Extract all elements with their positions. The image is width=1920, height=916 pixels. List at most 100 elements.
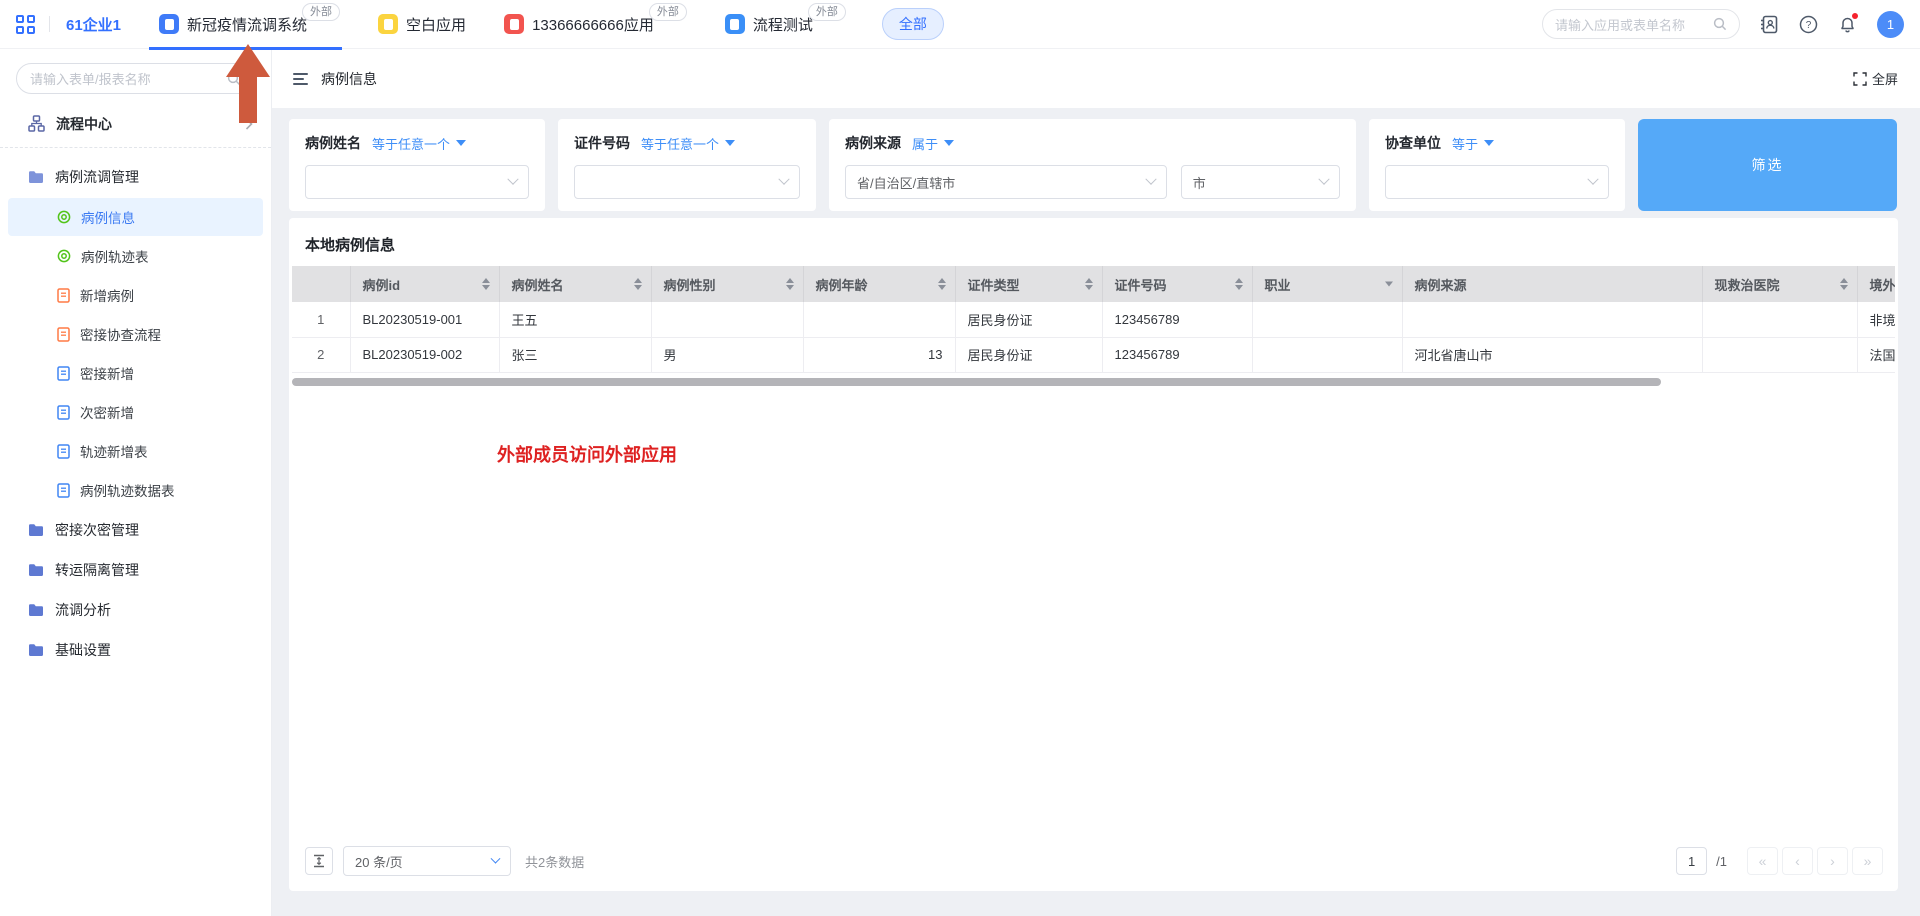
- app-tab-blank-app[interactable]: 空白应用: [378, 0, 466, 49]
- col-occupation[interactable]: 职业: [1252, 266, 1402, 302]
- contacts-icon[interactable]: [1760, 15, 1779, 34]
- cell: 居民身份证: [955, 302, 1102, 337]
- item-label: 密接新增: [80, 363, 134, 383]
- apps-grid-icon[interactable]: [16, 15, 35, 34]
- process-center-label: 流程中心: [56, 114, 112, 134]
- filter-operator-dropdown[interactable]: 属于: [912, 134, 954, 153]
- folder-label: 基础设置: [55, 640, 111, 660]
- folder-label: 转运隔离管理: [55, 560, 139, 580]
- app-icon: [378, 14, 398, 34]
- cell: [651, 302, 803, 337]
- app-tab-13366666666[interactable]: 13366666666应用 外部: [504, 0, 687, 49]
- horizontal-scrollbar[interactable]: [292, 378, 1661, 386]
- col-age[interactable]: 病例年龄: [803, 266, 955, 302]
- assist-unit-select[interactable]: [1385, 165, 1609, 199]
- filter-operator-dropdown[interactable]: 等于任意一个: [372, 134, 466, 153]
- cell: [1702, 302, 1857, 337]
- notification-dot: [1852, 13, 1858, 19]
- filter-card-assist-unit: 协查单位 等于: [1369, 119, 1625, 211]
- table-row[interactable]: 1 BL20230519-001 王五 居民身份证 123456789 非境外输…: [292, 302, 1895, 337]
- sidebar-folder-case-management[interactable]: 病例流调管理: [0, 157, 271, 197]
- table-row[interactable]: 2 BL20230519-002 张三 男 13 居民身份证 123456789…: [292, 337, 1895, 372]
- col-gender[interactable]: 病例性别: [651, 266, 803, 302]
- sort-icon[interactable]: [1085, 278, 1093, 290]
- col-case-source[interactable]: 病例来源: [1402, 266, 1702, 302]
- filter-operator-dropdown[interactable]: 等于任意一个: [641, 134, 735, 153]
- cell: 13: [803, 337, 955, 372]
- app-tab-covid-system[interactable]: 新冠疫情流调系统 外部: [159, 0, 340, 49]
- search-icon: [1713, 17, 1727, 31]
- item-label: 病例轨迹表: [81, 246, 149, 266]
- filter-caret-icon[interactable]: [1385, 282, 1393, 287]
- cell: 法国: [1857, 337, 1895, 372]
- prev-page-button[interactable]: ‹: [1782, 847, 1813, 875]
- filter-submit-button[interactable]: 筛选: [1638, 119, 1897, 211]
- help-icon[interactable]: ?: [1799, 15, 1818, 34]
- folder-icon: [28, 643, 44, 657]
- last-page-button[interactable]: »: [1852, 847, 1883, 875]
- col-case-name[interactable]: 病例姓名: [499, 266, 651, 302]
- current-page-input[interactable]: 1: [1676, 847, 1707, 875]
- fullscreen-button[interactable]: 全屏: [1853, 69, 1898, 88]
- org-name-link[interactable]: 61企业1: [66, 14, 121, 35]
- first-page-button[interactable]: «: [1747, 847, 1778, 875]
- sort-icon[interactable]: [1840, 278, 1848, 290]
- chevron-down-icon: [1145, 174, 1156, 185]
- sidebar-item-close-contact-flow[interactable]: 密接协查流程: [8, 315, 263, 353]
- item-label: 病例信息: [81, 207, 135, 227]
- sidebar-folder-analysis[interactable]: 流调分析: [0, 590, 271, 630]
- cell: 居民身份证: [955, 337, 1102, 372]
- all-apps-button[interactable]: 全部: [882, 8, 944, 40]
- sort-icon[interactable]: [938, 278, 946, 290]
- filter-bar: 病例姓名 等于任意一个 证件号码 等于任意一个 病例来源 属于 省/自治区/直辖…: [272, 108, 1920, 211]
- chevron-down-icon: [507, 174, 518, 185]
- sidebar-item-track-new-table[interactable]: 轨迹新增表: [8, 432, 263, 470]
- sidebar-item-secondary-contact-new[interactable]: 次密新增: [8, 393, 263, 431]
- avatar[interactable]: 1: [1877, 11, 1904, 38]
- filter-operator-dropdown[interactable]: 等于: [1452, 134, 1494, 153]
- col-case-id[interactable]: 病例id: [350, 266, 499, 302]
- cell: 河北省唐山市: [1402, 337, 1702, 372]
- sort-icon[interactable]: [482, 278, 490, 290]
- external-badge: 外部: [808, 3, 846, 21]
- next-page-button[interactable]: ›: [1817, 847, 1848, 875]
- sidebar-folder-contact-management[interactable]: 密接次密管理: [0, 510, 271, 550]
- sort-icon[interactable]: [634, 278, 642, 290]
- global-search-input[interactable]: 请输入应用或表单名称: [1542, 9, 1740, 39]
- case-name-select[interactable]: [305, 165, 529, 199]
- sidebar-item-close-contact-new[interactable]: 密接新增: [8, 354, 263, 392]
- sidebar-folder-basic-settings[interactable]: 基础设置: [0, 630, 271, 670]
- notifications-bell-icon[interactable]: [1838, 15, 1857, 34]
- sort-icon[interactable]: [786, 278, 794, 290]
- col-overseas[interactable]: 境外输入: [1857, 266, 1895, 302]
- app-tab-process-test[interactable]: 流程测试 外部: [725, 0, 846, 49]
- form-search-input[interactable]: 请输入表单/报表名称: [16, 63, 255, 94]
- city-select[interactable]: 市: [1181, 165, 1340, 199]
- doc-icon: [57, 405, 70, 420]
- item-label: 新增病例: [80, 285, 134, 305]
- sidebar-item-case-track-table[interactable]: 病例轨迹表: [8, 237, 263, 275]
- col-hospital[interactable]: 现救治医院: [1702, 266, 1857, 302]
- sort-icon[interactable]: [1235, 278, 1243, 290]
- sidebar-item-process-center[interactable]: 流程中心: [0, 100, 271, 148]
- province-select[interactable]: 省/自治区/直辖市: [845, 165, 1167, 199]
- collapse-menu-icon[interactable]: [293, 73, 308, 85]
- chevron-down-icon: [491, 853, 501, 863]
- col-id-type[interactable]: 证件类型: [955, 266, 1102, 302]
- cell: 1: [292, 302, 350, 337]
- chevron-down-icon: [778, 174, 789, 185]
- jump-rows-button[interactable]: [305, 847, 333, 875]
- table-container: 病例id 病例姓名 病例性别 病例年龄 证件类型 证件号码 职业 病例来源 现救…: [292, 266, 1895, 373]
- id-number-select[interactable]: [574, 165, 800, 199]
- folder-label: 病例流调管理: [55, 167, 139, 187]
- chevron-right-icon: [245, 118, 253, 130]
- col-id-number[interactable]: 证件号码: [1102, 266, 1252, 302]
- sidebar-item-case-info[interactable]: 病例信息: [8, 198, 263, 236]
- app-icon: [725, 14, 745, 34]
- flow-icon: [28, 115, 45, 132]
- sidebar-item-case-track-data-table[interactable]: 病例轨迹数据表: [8, 471, 263, 509]
- page-size-select[interactable]: 20 条/页: [343, 846, 511, 876]
- item-label: 轨迹新增表: [80, 441, 148, 461]
- sidebar-item-new-case[interactable]: 新增病例: [8, 276, 263, 314]
- sidebar-folder-transfer-isolation[interactable]: 转运隔离管理: [0, 550, 271, 590]
